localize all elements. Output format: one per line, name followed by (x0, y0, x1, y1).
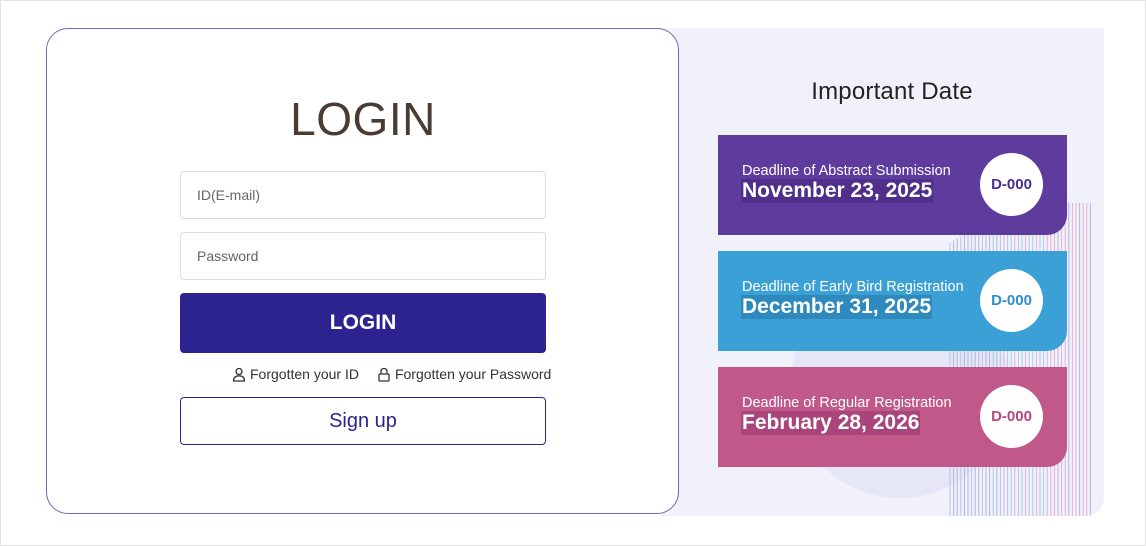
date-card-abstract: Deadline of Abstract Submission November… (718, 135, 1067, 235)
date-card-date: December 31, 2025 (741, 295, 933, 319)
login-title: LOGIN (290, 93, 436, 145)
forgot-links: Forgotten your ID Forgotten your Passwor… (232, 366, 551, 382)
date-card-date: November 23, 2025 (741, 179, 934, 203)
password-input[interactable] (180, 232, 546, 280)
signup-button[interactable]: Sign up (180, 397, 546, 445)
user-icon (232, 367, 246, 382)
lock-icon (378, 367, 390, 382)
date-card-label: Deadline of Early Bird Registration (742, 279, 964, 295)
date-card-regular: Deadline of Regular Registration Februar… (718, 367, 1067, 467)
forgot-id-link[interactable]: Forgotten your ID (232, 366, 359, 382)
date-card-label: Deadline of Regular Registration (742, 395, 952, 411)
dday-badge: D-000 (980, 153, 1043, 216)
date-card-early-bird: Deadline of Early Bird Registration Dece… (718, 251, 1067, 351)
dday-badge: D-000 (980, 269, 1043, 332)
forgot-id-label: Forgotten your ID (250, 366, 359, 382)
login-button[interactable]: LOGIN (180, 293, 546, 353)
important-date-title: Important Date (811, 78, 973, 105)
date-card-label: Deadline of Abstract Submission (742, 163, 951, 179)
date-card-date: February 28, 2026 (741, 411, 921, 435)
forgot-password-label: Forgotten your Password (394, 366, 552, 382)
dday-badge: D-000 (980, 385, 1043, 448)
id-email-input[interactable] (180, 171, 546, 219)
forgot-password-link[interactable]: Forgotten your Password (377, 366, 551, 382)
